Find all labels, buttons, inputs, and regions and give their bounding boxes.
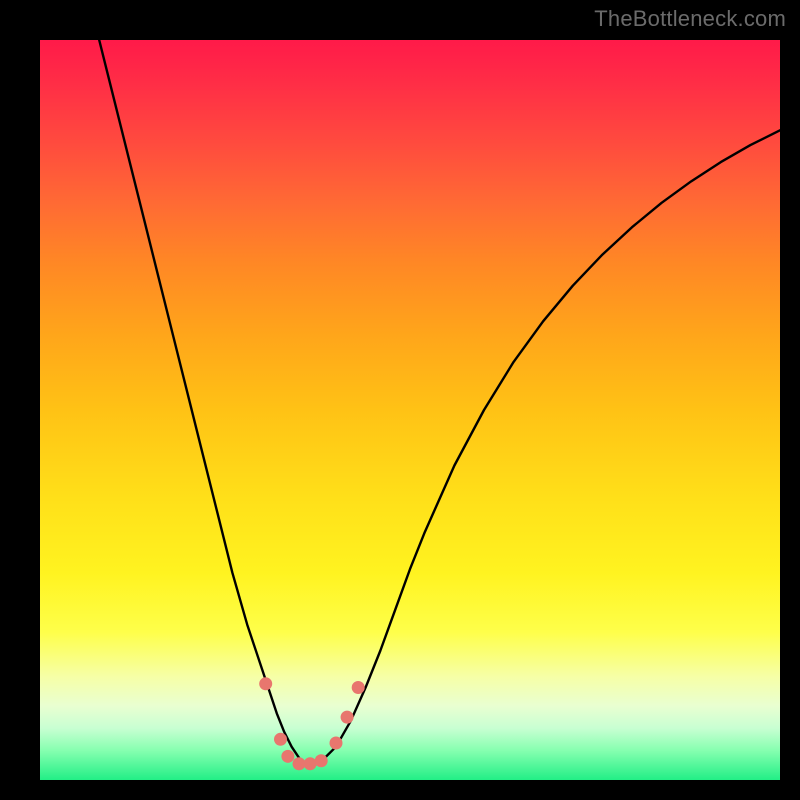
curve-marker <box>315 754 328 767</box>
curve-marker <box>259 677 272 690</box>
curve-marker <box>274 733 287 746</box>
chart-plot-area <box>40 40 780 780</box>
curve-marker <box>352 681 365 694</box>
curve-marker <box>293 757 306 770</box>
curve-marker <box>304 757 317 770</box>
chart-svg <box>40 40 780 780</box>
bottleneck-curve <box>99 40 780 765</box>
curve-marker <box>330 737 343 750</box>
curve-marker <box>341 711 354 724</box>
watermark-label: TheBottleneck.com <box>594 6 786 32</box>
curve-marker <box>281 750 294 763</box>
